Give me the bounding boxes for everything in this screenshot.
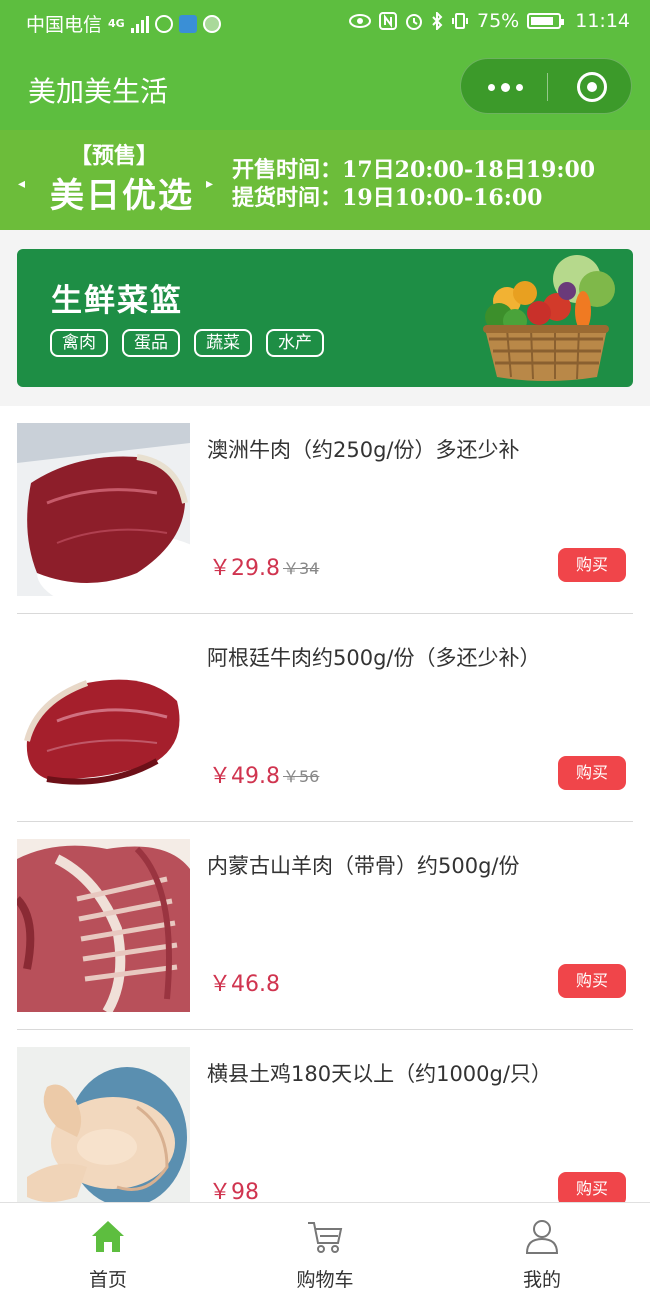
menu-capsule bbox=[460, 58, 632, 114]
product-name: 横县土鸡180天以上（约1000g/只） bbox=[207, 1062, 552, 1086]
vegetable-basket-image bbox=[483, 255, 615, 381]
list-item[interactable]: 横县土鸡180天以上（约1000g/只） ￥98 购买 bbox=[0, 1030, 650, 1202]
product-price: ￥49.8 bbox=[209, 764, 280, 789]
product-name: 澳洲牛肉（约250g/份）多还少补 bbox=[207, 438, 520, 462]
product-image bbox=[17, 631, 190, 804]
more-dots-icon[interactable] bbox=[483, 77, 527, 97]
tab-mine[interactable]: 我的 bbox=[434, 1203, 650, 1298]
nfc-icon bbox=[379, 12, 397, 30]
pickup-time-label: 提货时间： bbox=[232, 185, 343, 211]
product-name: 阿根廷牛肉约500g/份（多还少补） bbox=[207, 646, 541, 670]
tab-label: 购物车 bbox=[296, 1269, 354, 1291]
original-price: ￥34 bbox=[283, 559, 320, 578]
buy-button[interactable]: 购买 bbox=[558, 756, 626, 790]
tab-label: 我的 bbox=[522, 1269, 561, 1291]
carrier-label: 中国电信 bbox=[26, 14, 103, 36]
cart-icon bbox=[308, 1222, 343, 1253]
original-price: ￥56 bbox=[283, 767, 320, 786]
network-label: 4G bbox=[108, 17, 125, 30]
list-item[interactable]: 澳洲牛肉（约250g/份）多还少补 ￥29.8 ￥34 购买 bbox=[0, 406, 650, 614]
product-price: ￥46.8 bbox=[209, 972, 280, 997]
product-price: ￥98 bbox=[209, 1180, 259, 1202]
category-tag[interactable]: 蔬菜 bbox=[194, 329, 252, 357]
product-image bbox=[17, 423, 190, 596]
tab-cart[interactable]: 购物车 bbox=[217, 1203, 433, 1298]
capsule-divider bbox=[547, 73, 548, 101]
pickup-time-line: 提货时间：19日10:00-16:00 bbox=[232, 180, 542, 212]
loading-circle-icon bbox=[154, 14, 173, 33]
pickup-time: 19日10:00-16:00 bbox=[342, 185, 543, 211]
tab-label: 首页 bbox=[88, 1269, 127, 1291]
alarm-icon bbox=[406, 14, 422, 30]
status-bar: 中国电信 4G 75% 11:14 bbox=[0, 0, 650, 44]
bottom-tab-bar: 首页 购物车 我的 bbox=[0, 1202, 650, 1298]
arrow-right-icon: ▸ bbox=[206, 176, 214, 192]
product-name: 内蒙古山羊肉（带骨）约500g/份 bbox=[207, 854, 520, 878]
tab-home[interactable]: 首页 bbox=[0, 1203, 216, 1298]
product-image bbox=[17, 839, 190, 1012]
presale-tag: 【预售】 bbox=[70, 143, 159, 169]
presale-name: 美日优选 bbox=[50, 176, 194, 216]
arrow-left-icon: ◂ bbox=[18, 176, 26, 192]
category-banner[interactable]: 生鲜菜篮 禽肉 蛋品 蔬菜 水产 bbox=[17, 249, 633, 387]
signal-icon bbox=[130, 15, 149, 33]
bluetooth-icon bbox=[432, 12, 443, 30]
buy-button[interactable]: 购买 bbox=[558, 964, 626, 998]
clock-app-icon bbox=[202, 14, 221, 33]
buy-button[interactable]: 购买 bbox=[558, 548, 626, 582]
mini-program-page: 中国电信 4G 75% 11:14 美加美生活 ◂ 【预售】 美日优选 ▸ 开售… bbox=[0, 0, 650, 1298]
clock-time: 11:14 bbox=[575, 10, 630, 32]
title-bar: 美加美生活 bbox=[0, 44, 650, 130]
delivery-app-icon bbox=[178, 14, 197, 33]
vibrate-icon bbox=[452, 13, 468, 29]
app-title: 美加美生活 bbox=[28, 75, 169, 108]
user-icon bbox=[525, 1220, 559, 1254]
category-tags: 禽肉 蛋品 蔬菜 水产 bbox=[50, 329, 324, 357]
target-circle-icon[interactable] bbox=[577, 72, 607, 102]
home-icon bbox=[92, 1221, 124, 1252]
category-tag[interactable]: 蛋品 bbox=[122, 329, 180, 357]
category-tag[interactable]: 水产 bbox=[266, 329, 324, 357]
category-tag[interactable]: 禽肉 bbox=[50, 329, 108, 357]
presale-banner[interactable]: ◂ 【预售】 美日优选 ▸ 开售时间：17日20:00-18日19:00 提货时… bbox=[0, 130, 650, 230]
product-price: ￥29.8 bbox=[209, 556, 280, 581]
battery-percent: 75% bbox=[477, 10, 520, 32]
eye-icon bbox=[349, 14, 371, 28]
list-item[interactable]: 内蒙古山羊肉（带骨）约500g/份 ￥46.8 购买 bbox=[0, 822, 650, 1030]
category-title: 生鲜菜篮 bbox=[51, 283, 183, 319]
list-item[interactable]: 阿根廷牛肉约500g/份（多还少补） ￥49.8 ￥56 购买 bbox=[0, 614, 650, 822]
battery-icon bbox=[527, 13, 565, 29]
buy-button[interactable]: 购买 bbox=[558, 1172, 626, 1202]
product-list: 澳洲牛肉（约250g/份）多还少补 ￥29.8 ￥34 购买 阿根廷牛肉约500… bbox=[0, 406, 650, 1202]
product-image bbox=[17, 1047, 190, 1202]
